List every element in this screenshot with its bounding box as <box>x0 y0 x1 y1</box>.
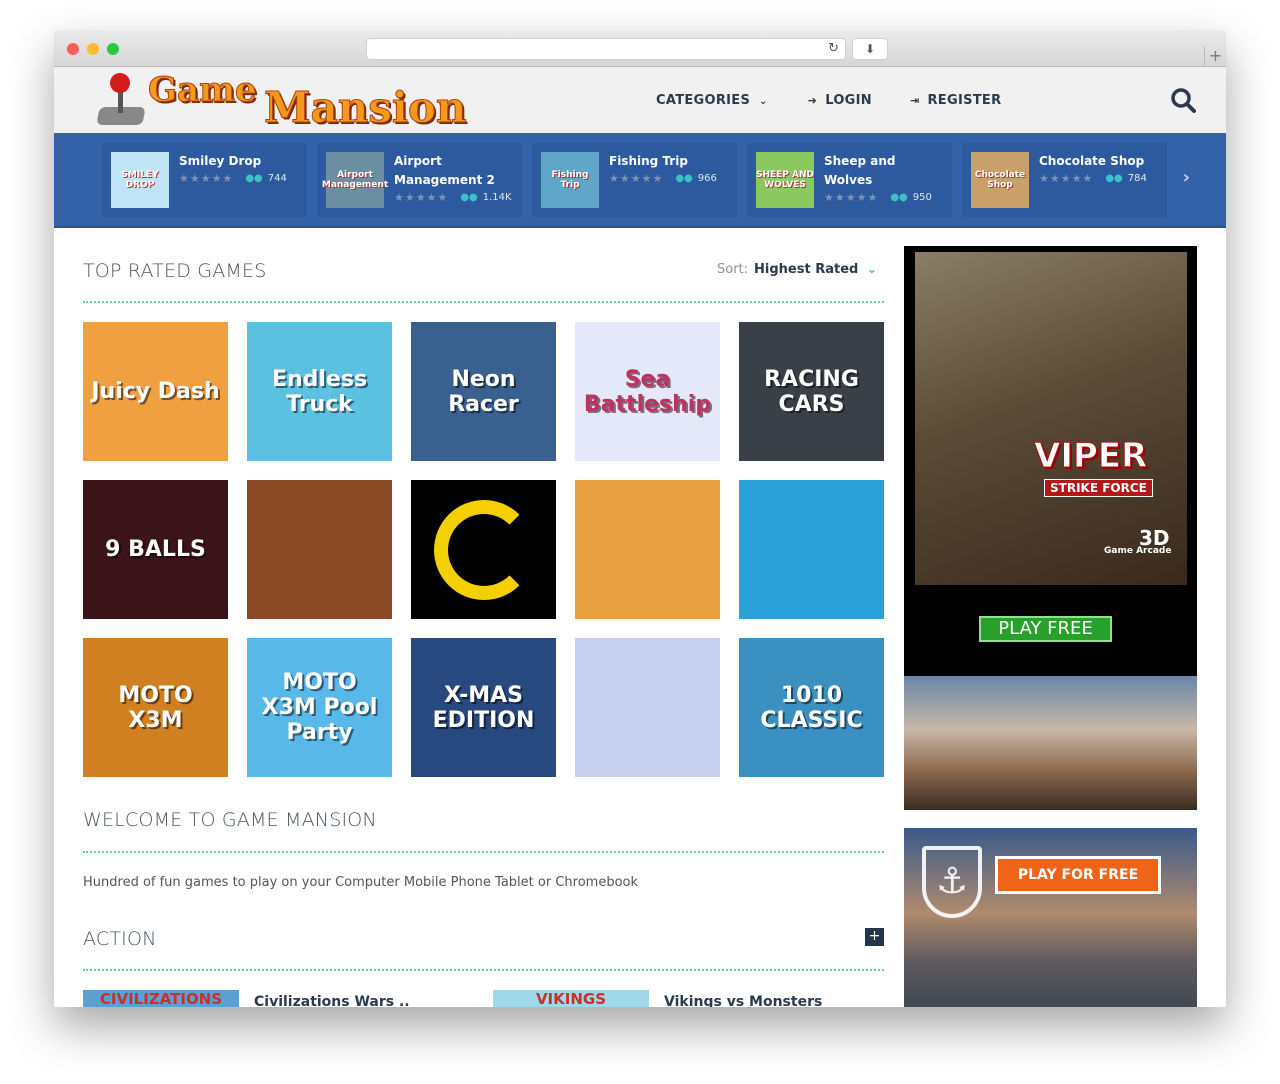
nav-login[interactable]: ➜ LOGIN <box>808 93 872 108</box>
pacman-icon <box>433 499 534 600</box>
nav-login-label: LOGIN <box>825 93 872 108</box>
game-tile[interactable]: RACING CARS <box>739 322 884 461</box>
nav-categories[interactable]: CATEGORIES ⌄ <box>656 93 768 108</box>
game-thumbnail: Airport Management <box>322 152 388 208</box>
address-bar[interactable]: ↻ <box>366 38 846 60</box>
maximize-window-button[interactable] <box>107 43 119 55</box>
ad-brand: Game Arcade <box>1104 546 1172 556</box>
logo-text-game: Game <box>148 70 258 110</box>
game-tile[interactable]: Neon Racer <box>411 322 556 461</box>
game-thumbnail: SMILEY DROP <box>111 152 169 208</box>
game-tile[interactable] <box>411 480 556 619</box>
nav-register-label: REGISTER <box>927 93 1002 108</box>
play-count: 950 <box>912 192 932 203</box>
featured-game-card[interactable]: Airport Management Airport Management 2 … <box>317 143 522 217</box>
joystick-icon <box>94 71 146 129</box>
game-tile[interactable] <box>247 480 392 619</box>
chevron-down-icon: ⌄ <box>866 262 878 277</box>
game-tile[interactable]: 9 BALLS <box>83 480 228 619</box>
welcome-text: Hundred of fun games to play on your Com… <box>83 875 639 890</box>
game-thumbnail: SHEEP AND WOLVES <box>756 152 814 208</box>
section-title-top-rated: TOP RATED GAMES <box>83 260 267 282</box>
logo-text-mansion: Mansion <box>263 83 467 132</box>
nav-categories-label: CATEGORIES <box>656 93 751 108</box>
search-icon[interactable] <box>1170 87 1196 113</box>
browser-titlebar: ↻ ⬇ + <box>54 30 1226 67</box>
advertisement-ships[interactable]: ⚓ PLAY FOR FREE <box>904 828 1197 1007</box>
minimize-window-button[interactable] <box>87 43 99 55</box>
nav-register[interactable]: ⇥ REGISTER <box>910 93 1001 108</box>
game-tile[interactable]: MOTO X3M <box>83 638 228 777</box>
game-thumbnail[interactable]: VIKINGS <box>493 990 649 1007</box>
game-tile[interactable]: Endless Truck <box>247 322 392 461</box>
rating-stars: ★★★★★ <box>179 172 234 185</box>
gamepad-icon: ●● <box>890 192 908 203</box>
browser-window: ↻ ⬇ + Game Mansion CATEGORIES ⌄ ➜ LOGIN ⇥… <box>54 30 1226 1007</box>
section-title-welcome: WELCOME TO GAME MANSION <box>83 809 377 831</box>
new-tab-button[interactable]: + <box>1204 46 1226 67</box>
game-tile[interactable]: MOTO X3M Pool Party <box>247 638 392 777</box>
close-window-button[interactable] <box>67 43 79 55</box>
rating-stars: ★★★★★ <box>824 191 879 204</box>
reload-icon[interactable]: ↻ <box>828 41 839 56</box>
divider <box>83 969 884 971</box>
gamepad-icon: ●● <box>675 173 693 184</box>
game-title: Chocolate Shop <box>1039 154 1145 168</box>
game-link[interactable]: Vikings vs Monsters <box>664 994 822 1007</box>
divider <box>83 851 884 853</box>
play-count: 744 <box>267 173 287 184</box>
register-icon: ⇥ <box>909 94 920 107</box>
advertisement-viper[interactable]: VIPER STRIKE FORCE 3D Game Arcade PLAY F… <box>904 246 1197 810</box>
gamepad-icon: ●● <box>245 173 263 184</box>
rating-stars: ★★★★★ <box>394 191 449 204</box>
ad-subtitle: STRIKE FORCE <box>1044 479 1153 497</box>
chevron-down-icon: ⌄ <box>758 96 768 107</box>
gamepad-icon: ●● <box>460 192 478 203</box>
expand-action-button[interactable]: + <box>865 928 884 946</box>
game-title: Sheep and Wolves <box>824 154 896 187</box>
game-link[interactable]: Civilizations Wars .. <box>254 994 410 1007</box>
game-tile[interactable]: Juicy Dash <box>83 322 228 461</box>
site-logo[interactable]: Game Mansion <box>94 69 467 131</box>
ad-title: VIPER <box>1033 436 1148 477</box>
featured-game-card[interactable]: SMILEY DROP Smiley Drop ★★★★★ ●● 744 <box>102 143 307 217</box>
rating-stars: ★★★★★ <box>609 172 664 185</box>
game-tile[interactable]: X-MAS EDITION <box>411 638 556 777</box>
game-tile[interactable]: 1010 CLASSIC <box>739 638 884 777</box>
featured-game-card[interactable]: Chocolate Shop Chocolate Shop ★★★★★ ●● 784 <box>962 143 1167 217</box>
sort-value: Highest Rated <box>754 262 859 277</box>
featured-game-card[interactable]: SHEEP AND WOLVES Sheep and Wolves ★★★★★ ●… <box>747 143 952 217</box>
game-title: Fishing Trip <box>609 154 688 168</box>
featured-game-card[interactable]: Fishing Trip Fishing Trip ★★★★★ ●● 966 <box>532 143 737 217</box>
game-tile[interactable] <box>739 480 884 619</box>
play-count: 784 <box>1127 173 1147 184</box>
game-thumbnail: Chocolate Shop <box>971 152 1029 208</box>
download-icon[interactable]: ⬇ <box>852 38 888 60</box>
game-thumbnail[interactable]: CIVILIZATIONS <box>83 990 239 1007</box>
anchor-shield-icon: ⚓ <box>922 846 982 918</box>
play-for-free-button[interactable]: PLAY FOR FREE <box>995 856 1161 894</box>
sort-label: Sort: <box>717 262 749 277</box>
divider <box>83 301 884 303</box>
featured-games-carousel: › SMILEY DROP Smiley Drop ★★★★★ ●● 744 Airp… <box>54 133 1226 228</box>
play-count: 966 <box>697 173 717 184</box>
rating-stars: ★★★★★ <box>1039 172 1094 185</box>
login-icon: ➜ <box>807 94 818 107</box>
play-count: 1.14K <box>482 192 512 203</box>
game-tile[interactable] <box>575 638 720 777</box>
carousel-next-arrow[interactable]: › <box>1183 167 1190 188</box>
sort-control[interactable]: Sort: Highest Rated ⌄ <box>717 262 877 277</box>
play-free-button[interactable]: PLAY FREE <box>979 616 1112 642</box>
site-header: Game Mansion CATEGORIES ⌄ ➜ LOGIN ⇥ REGIST… <box>54 67 1226 133</box>
game-title: Smiley Drop <box>179 154 262 168</box>
section-title-action: ACTION <box>83 928 157 950</box>
main-nav: CATEGORIES ⌄ ➜ LOGIN ⇥ REGISTER <box>656 93 1001 108</box>
game-tile[interactable] <box>575 480 720 619</box>
game-tile[interactable]: Sea Battleship <box>575 322 720 461</box>
game-thumbnail: Fishing Trip <box>541 152 599 208</box>
gameplay-screenshot <box>904 676 1197 810</box>
game-title: Airport Management 2 <box>394 154 495 187</box>
gamepad-icon: ●● <box>1105 173 1123 184</box>
